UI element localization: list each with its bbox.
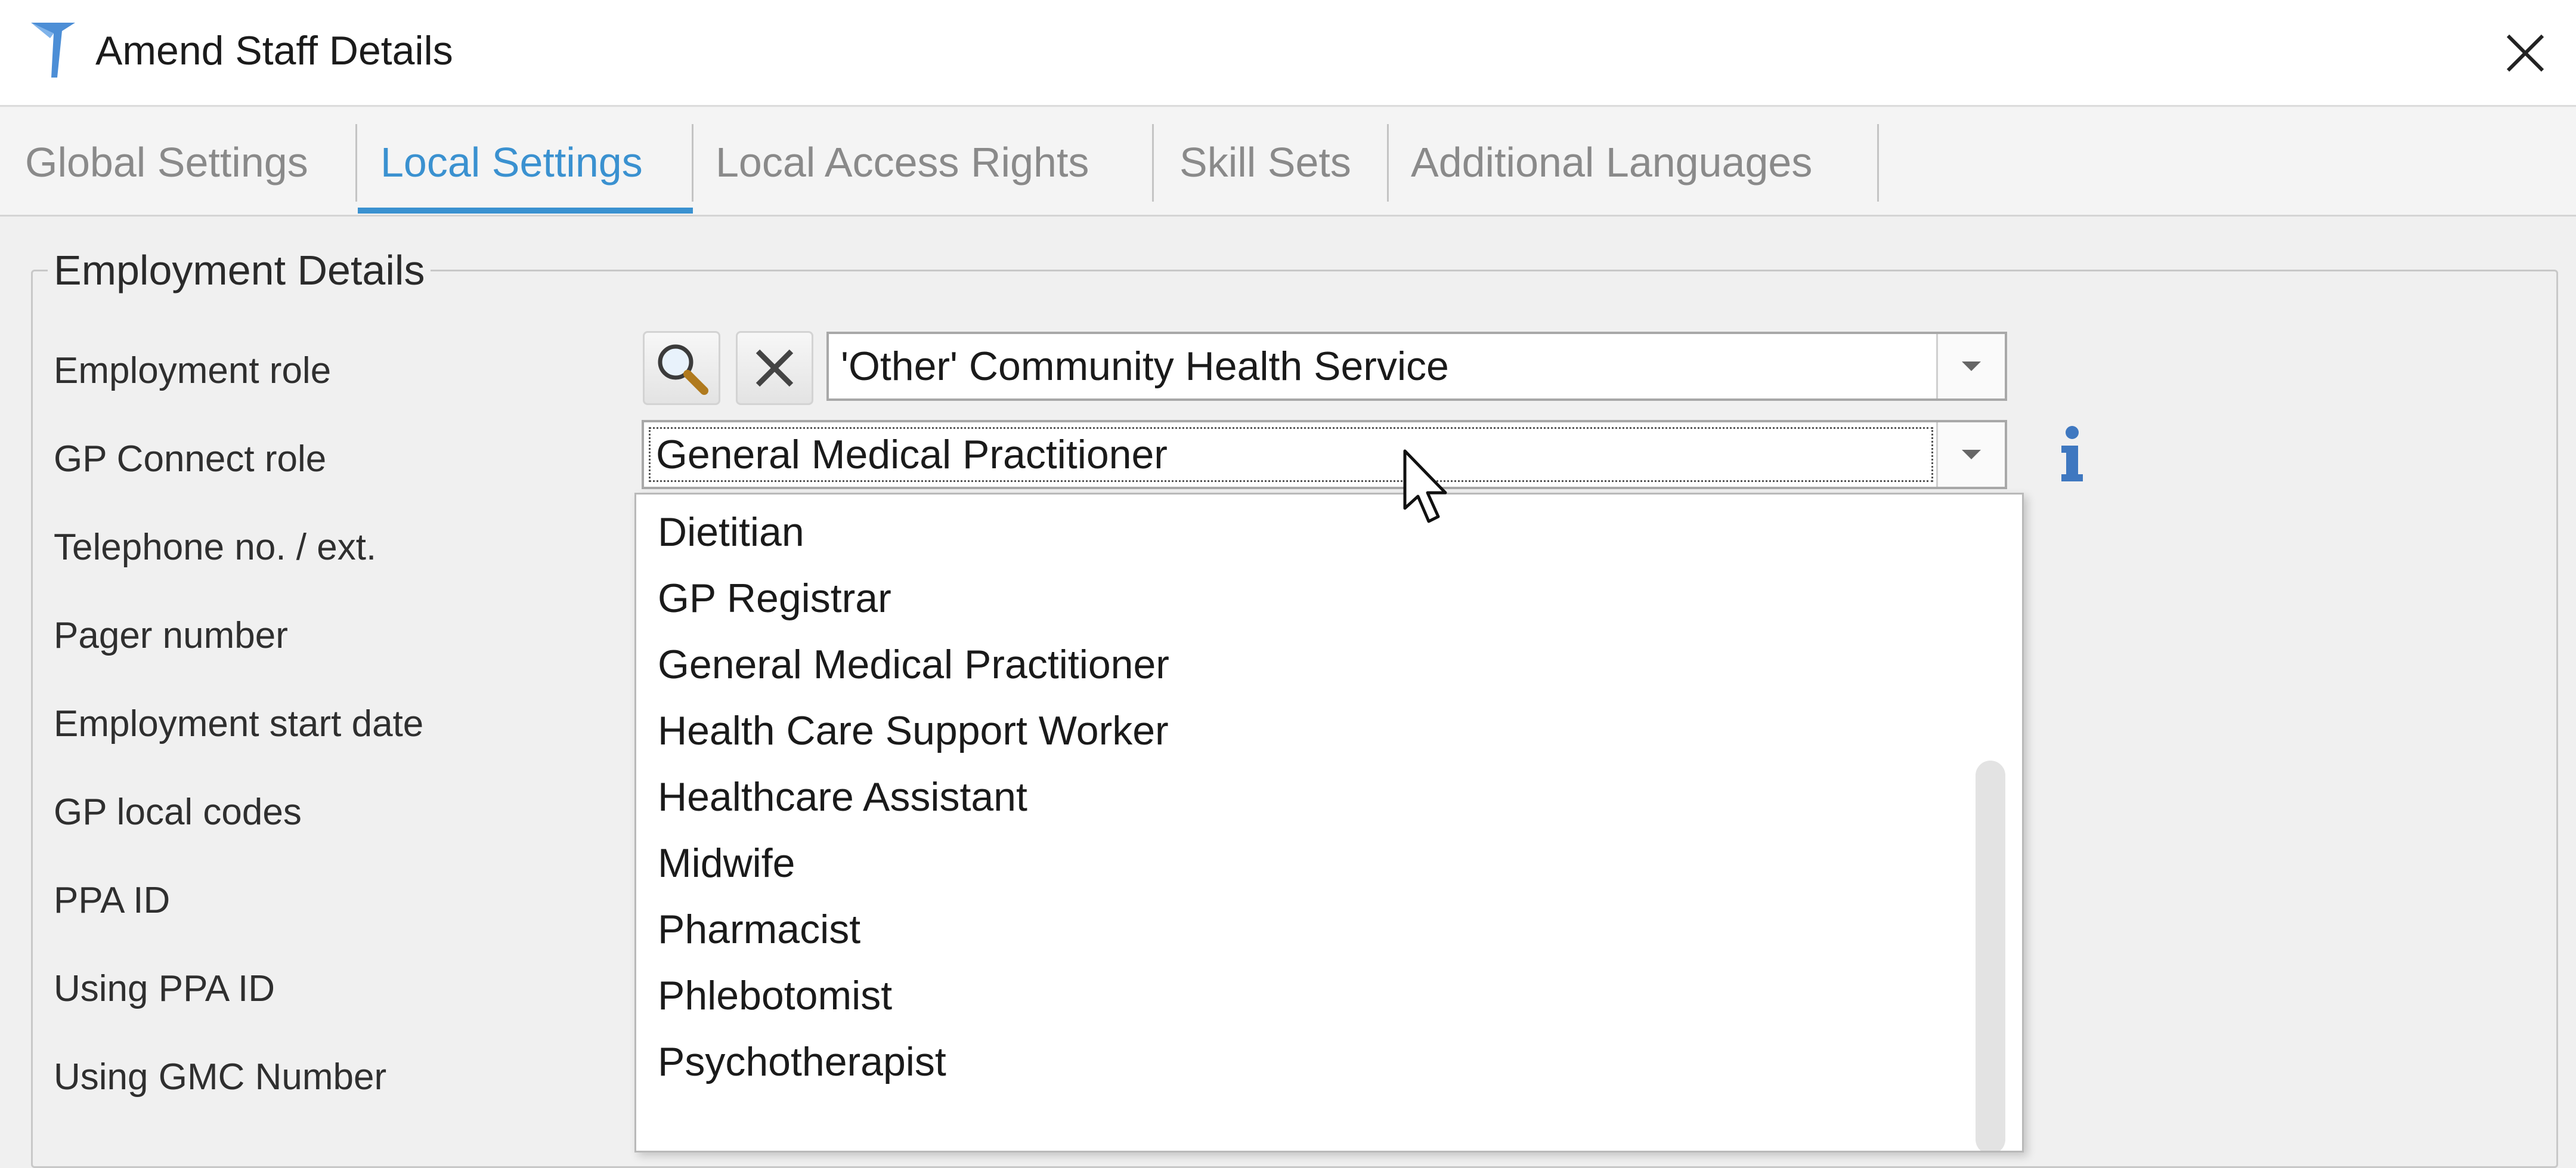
label-employment-start-date: Employment start date xyxy=(54,703,424,744)
chevron-down-icon xyxy=(1962,361,1981,371)
dropdown-option[interactable]: Midwife xyxy=(658,830,795,896)
close-icon xyxy=(2506,34,2544,72)
close-button[interactable] xyxy=(2493,20,2558,86)
gp-connect-role-dropdown-list: Dietitian GP Registrar General Medical P… xyxy=(634,493,2024,1152)
info-button[interactable] xyxy=(2054,421,2089,487)
dropdown-option[interactable]: Psychotherapist xyxy=(658,1029,946,1095)
scrollbar-thumb[interactable] xyxy=(1976,761,2005,1151)
employment-role-dropdown-button[interactable] xyxy=(1936,334,2005,398)
tab-separator xyxy=(355,124,357,202)
gp-connect-role-dropdown-button[interactable] xyxy=(1936,422,2005,487)
label-using-ppa-id: Using PPA ID xyxy=(54,968,275,1009)
search-icon xyxy=(658,344,708,395)
title-bar: Amend Staff Details xyxy=(0,0,2576,107)
label-gp-local-codes: GP local codes xyxy=(54,792,302,833)
label-employment-role: Employment role xyxy=(54,350,332,391)
chevron-down-icon xyxy=(1962,450,1981,459)
dropdown-option[interactable]: General Medical Practitioner xyxy=(658,632,1169,697)
dropdown-option[interactable]: Dietitian xyxy=(658,499,804,565)
label-ppa-id: PPA ID xyxy=(54,880,171,921)
tab-separator xyxy=(692,124,693,202)
gp-connect-role-value: General Medical Practitioner xyxy=(656,432,1168,477)
dropdown-scrollbar[interactable] xyxy=(1967,495,2022,1151)
group-legend: Employment Details xyxy=(48,243,431,297)
window-title: Amend Staff Details xyxy=(95,28,453,73)
dropdown-option[interactable]: Health Care Support Worker xyxy=(658,698,1169,764)
label-using-gmc-number: Using GMC Number xyxy=(54,1056,387,1098)
tab-local-access-rights[interactable]: Local Access Rights xyxy=(716,107,1089,215)
dropdown-option[interactable]: GP Registrar xyxy=(658,566,891,631)
tab-local-settings[interactable]: Local Settings xyxy=(380,107,643,215)
label-telephone: Telephone no. / ext. xyxy=(54,527,377,568)
active-tab-indicator xyxy=(358,208,693,214)
employment-role-select[interactable]: 'Other' Community Health Service xyxy=(826,332,2007,401)
tab-skill-sets[interactable]: Skill Sets xyxy=(1179,107,1351,215)
info-icon xyxy=(2061,426,2083,481)
clear-button[interactable] xyxy=(736,331,813,405)
dropdown-option[interactable]: Healthcare Assistant xyxy=(658,764,1027,830)
tab-global-settings[interactable]: Global Settings xyxy=(25,107,308,215)
employment-role-value: 'Other' Community Health Service xyxy=(841,344,1449,389)
dropdown-option[interactable]: Phlebotomist xyxy=(658,963,892,1028)
search-button[interactable] xyxy=(643,331,720,405)
tab-separator xyxy=(1877,124,1879,202)
gp-connect-role-select[interactable]: General Medical Practitioner xyxy=(642,420,2007,489)
tab-separator xyxy=(1387,124,1389,202)
tab-bar: Global Settings Local Settings Local Acc… xyxy=(0,107,2576,217)
dropdown-option[interactable]: Pharmacist xyxy=(658,897,860,962)
tab-additional-languages[interactable]: Additional Languages xyxy=(1411,107,1812,215)
app-logo-icon xyxy=(31,23,75,78)
tab-separator xyxy=(1152,124,1154,202)
clear-icon xyxy=(756,349,794,387)
label-pager-number: Pager number xyxy=(54,615,288,656)
label-gp-connect-role: GP Connect role xyxy=(54,438,327,480)
